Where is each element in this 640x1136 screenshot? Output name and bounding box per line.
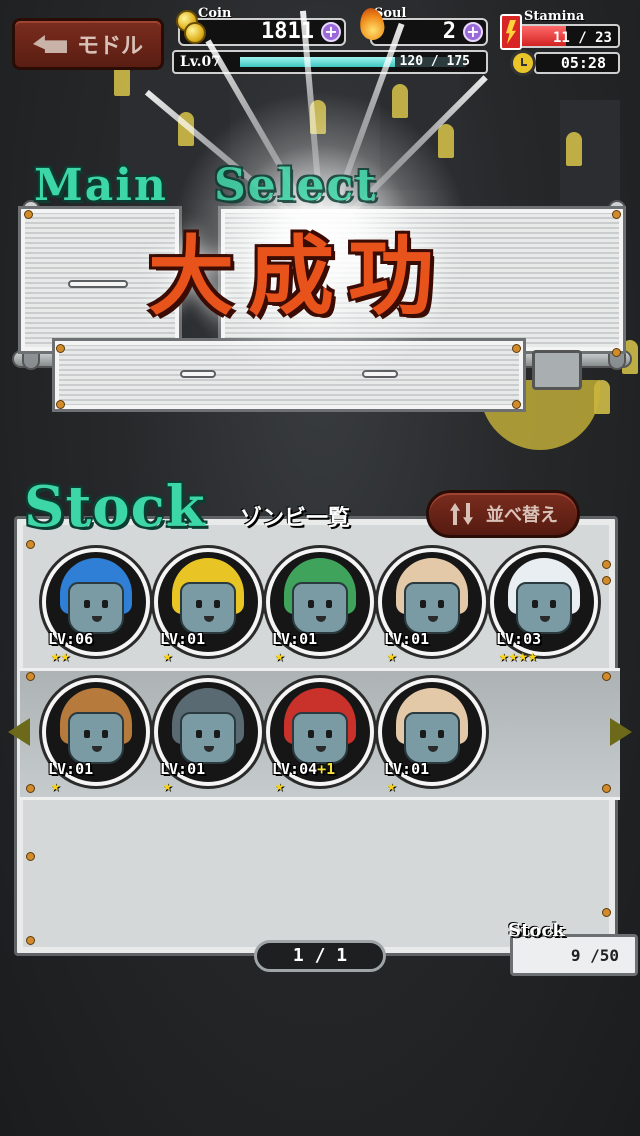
main-label: Main	[34, 160, 168, 211]
back-arrow-icon	[32, 35, 67, 53]
zombie-list-label: ゾンビ一覧	[240, 506, 351, 531]
zombie-level: LV:01	[48, 760, 94, 778]
zombie-level: LV:01	[160, 760, 206, 778]
zombie-card[interactable]: LV:01 ★	[378, 548, 486, 666]
stamina-text: 11 / 23	[552, 30, 612, 46]
back-button[interactable]: モドル	[12, 18, 164, 70]
zombie-level: LV:06	[48, 630, 94, 648]
stock-count: 9 /50	[570, 946, 619, 965]
zombie-rarity-stars: ★	[274, 780, 285, 794]
zombie-rarity-stars: ★	[386, 650, 397, 664]
zombie-rarity-stars: ★★★★	[498, 650, 538, 664]
zombie-card[interactable]: LV:01 ★	[154, 548, 262, 666]
zombie-level: LV:01	[160, 630, 206, 648]
select-label: Select	[214, 160, 378, 211]
zombie-card[interactable]: LV:01 ★	[154, 678, 262, 796]
zombie-rarity-stars: ★★	[50, 650, 70, 664]
zombie-level: LV:03	[496, 630, 542, 648]
zombie-card[interactable]: LV:06 ★★	[42, 548, 150, 666]
timer-text: 05:28	[560, 54, 606, 72]
zombie-card[interactable]: LV:01 ★	[42, 678, 150, 796]
page-indicator: 1 / 1	[254, 940, 386, 972]
zombie-rarity-stars: ★	[50, 780, 61, 794]
stock-title: Stock	[24, 474, 206, 540]
stamina-bar: 11 / 23	[516, 24, 620, 48]
zombie-rarity-stars: ★	[162, 780, 173, 794]
sort-arrows-icon	[448, 501, 476, 527]
soul-flame-icon	[354, 4, 388, 48]
stamina-timer: 05:28	[534, 52, 620, 74]
sort-button[interactable]: 並べ替え	[426, 490, 580, 538]
zombie-rarity-stars: ★	[386, 780, 397, 794]
coin-icon	[172, 6, 208, 46]
stock-count-title: Stock	[508, 920, 565, 941]
sort-button-label: 並べ替え	[486, 505, 558, 526]
zombie-rarity-stars: ★	[162, 650, 173, 664]
previous-page-arrow-icon[interactable]	[8, 718, 30, 746]
zombie-rarity-stars: ★	[274, 650, 285, 664]
zombie-plus-value: +1	[317, 760, 336, 778]
add-coin-button[interactable]: +	[321, 22, 341, 42]
zombie-level: LV:01	[384, 760, 430, 778]
zombie-level: LV:01	[384, 630, 430, 648]
zombie-card[interactable]: LV:01 ★	[266, 548, 374, 666]
great-success-text: 大成功	[148, 227, 448, 327]
exp-fill	[240, 57, 396, 67]
back-button-label: モドル	[76, 34, 143, 59]
next-page-arrow-icon[interactable]	[610, 718, 632, 746]
zombie-card[interactable]: LV:04+1 ★	[266, 678, 374, 796]
exp-text: 120 / 175	[399, 54, 470, 69]
zombie-level: LV:01	[272, 630, 318, 648]
add-soul-button[interactable]: +	[463, 22, 483, 42]
zombie-card[interactable]: LV:01 ★	[378, 678, 486, 796]
zombie-level: LV:04+1	[272, 760, 336, 778]
zombie-card[interactable]: LV:03 ★★★★	[490, 548, 598, 666]
clock-icon	[510, 50, 536, 76]
stamina-bolt-icon	[500, 14, 522, 50]
stamina-title: Stamina	[524, 9, 585, 24]
soul-value: 2	[442, 19, 456, 44]
